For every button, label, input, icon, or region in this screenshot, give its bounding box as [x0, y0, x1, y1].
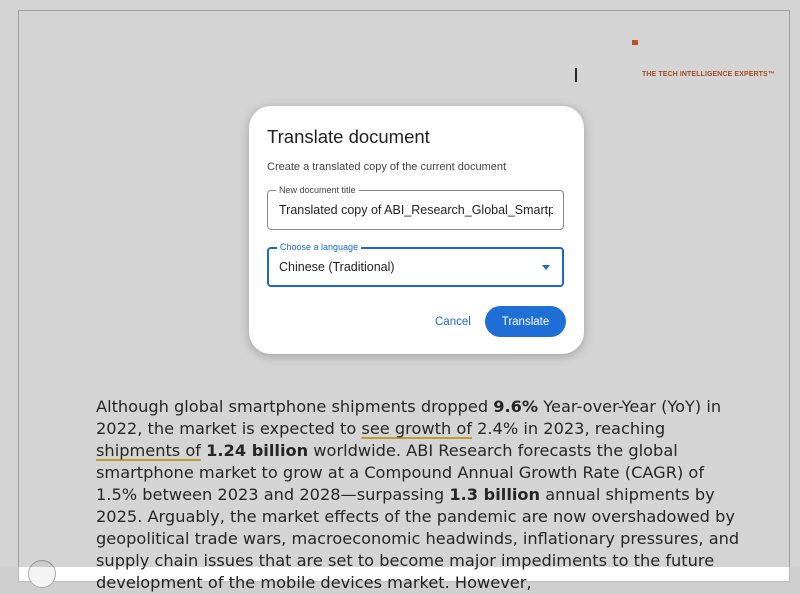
translate-button[interactable]: Translate	[485, 306, 566, 337]
document-title-field[interactable]: New document title Translated copy of AB…	[267, 184, 564, 230]
document-title-input[interactable]: Translated copy of ABI_Research_Global_S…	[279, 203, 553, 217]
dialog-title: Translate document	[267, 126, 430, 147]
language-select[interactable]: Choose a language Chinese (Traditional)	[267, 241, 564, 287]
language-select-label: Choose a language	[277, 241, 362, 253]
cancel-button[interactable]: Cancel	[425, 307, 481, 337]
caret-down-icon[interactable]	[542, 265, 550, 270]
translate-dialog: Translate document Create a translated c…	[249, 106, 584, 354]
document-title-label: New document title	[276, 184, 359, 196]
dialog-subtitle: Create a translated copy of the current …	[267, 161, 507, 173]
language-select-value[interactable]: Chinese (Traditional)	[279, 260, 552, 274]
